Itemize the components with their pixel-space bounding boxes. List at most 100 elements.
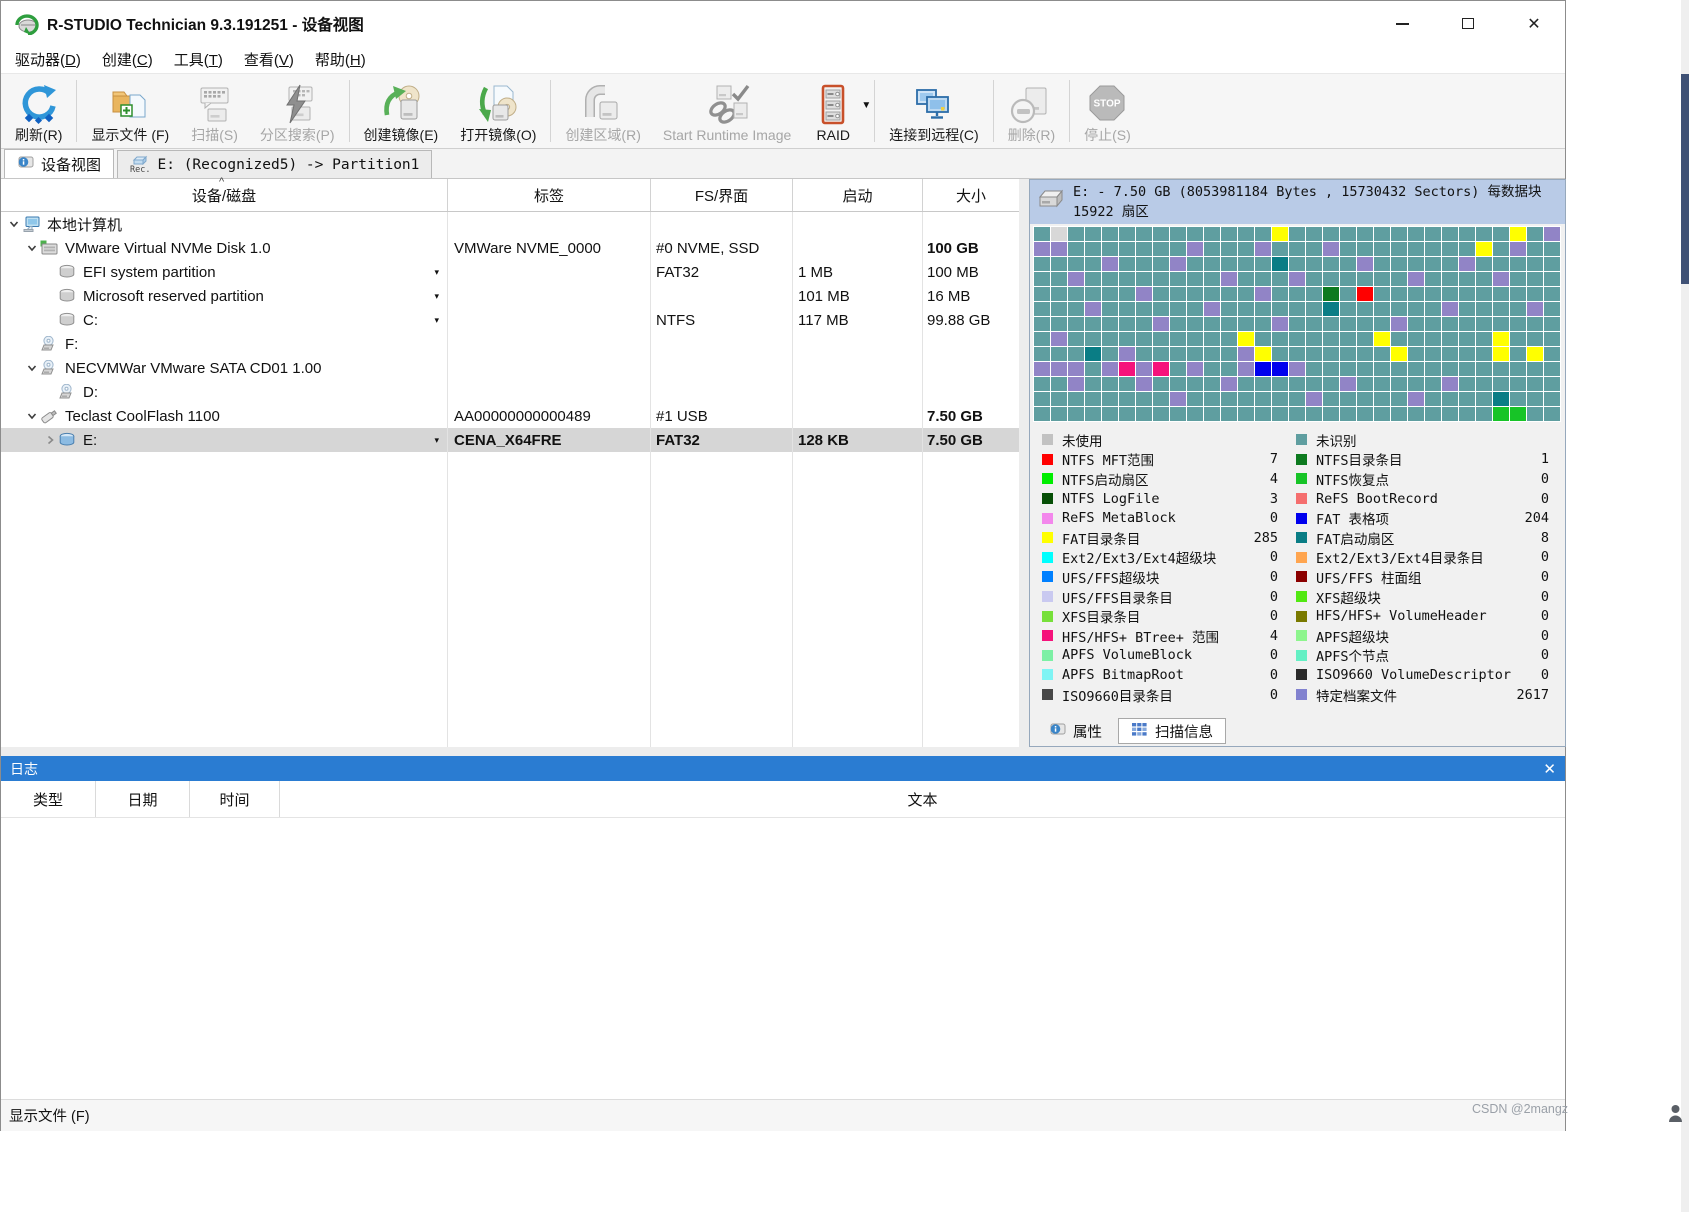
cell-size — [923, 212, 1019, 236]
rec-badge: Rec. — [130, 166, 150, 175]
table-row[interactable]: C:▾NTFS117 MB99.88 GB — [1, 308, 1019, 332]
toolbar-button-raid[interactable]: ▼ RAID — [802, 74, 871, 148]
chevron-down-icon[interactable] — [5, 218, 22, 230]
page-scrollbar[interactable] — [1681, 0, 1689, 1212]
chevron-down-icon[interactable] — [23, 410, 40, 422]
block-cell — [1187, 317, 1203, 331]
table-row[interactable]: D: — [1, 380, 1019, 404]
device-cell: F: — [1, 332, 448, 356]
menu-item-h[interactable]: 帮助(H) — [307, 47, 374, 72]
tab-recognized-partition[interactable]: Rec. E: (Recognized5) -> Partition1 — [117, 150, 432, 178]
toolbar-button-show-files[interactable]: 显示文件 (F) — [80, 74, 180, 148]
block-cell — [1272, 407, 1288, 421]
table-row[interactable]: Teclast CoolFlash 1100AA00000000000489#1… — [1, 404, 1019, 428]
scrollbar-thumb[interactable] — [1681, 74, 1689, 284]
table-row[interactable]: NECVMWar VMware SATA CD01 1.00 — [1, 356, 1019, 380]
dropdown-caret-icon[interactable]: ▼ — [861, 100, 871, 111]
tab-properties[interactable]: 属性 — [1036, 718, 1115, 744]
window-title: R-STUDIO Technician 9.3.191251 - 设备视图 — [47, 13, 364, 35]
legend-label: 未识别 — [1316, 430, 1357, 450]
block-map — [1033, 226, 1561, 422]
block-cell — [1153, 242, 1169, 256]
menu-item-v[interactable]: 查看(V) — [236, 47, 302, 72]
log-column-header-3[interactable]: 文本 — [280, 781, 1565, 817]
row-dropdown-caret-icon[interactable]: ▾ — [434, 315, 448, 326]
legend-swatch — [1296, 513, 1307, 524]
block-cell — [1374, 302, 1390, 316]
column-header-4[interactable]: 大小 — [923, 179, 1019, 211]
horizontal-splitter[interactable] — [1, 747, 1565, 756]
legend-label: XFS目录条目 — [1062, 606, 1140, 626]
vertical-splitter[interactable] — [1019, 179, 1029, 747]
table-row[interactable]: 本地计算机 — [1, 212, 1019, 236]
block-cell — [1493, 347, 1509, 361]
column-header-1[interactable]: 标签 — [448, 179, 651, 211]
log-column-header-0[interactable]: 类型 — [1, 781, 96, 817]
table-row[interactable]: VMware Virtual NVMe Disk 1.0VMWare NVME_… — [1, 236, 1019, 260]
toolbar-button-runtime-image: Start Runtime Image — [652, 74, 802, 148]
table-row[interactable]: F: — [1, 332, 1019, 356]
menu-item-c[interactable]: 创建(C) — [94, 47, 161, 72]
chevron-down-icon[interactable] — [23, 242, 40, 254]
column-header-2[interactable]: FS/界面 — [651, 179, 793, 211]
row-dropdown-caret-icon[interactable]: ▾ — [434, 435, 448, 446]
chevron-down-icon[interactable] — [23, 362, 40, 374]
block-cell — [1272, 362, 1288, 376]
toolbar-button-create-image[interactable]: 创建镜像(E) — [353, 74, 450, 148]
column-gridline — [792, 212, 793, 747]
maximize-icon[interactable] — [1459, 15, 1477, 33]
table-row[interactable]: EFI system partition▾FAT321 MB100 MB — [1, 260, 1019, 284]
log-close-icon[interactable]: ✕ — [1543, 760, 1556, 778]
tab-scan-info[interactable]: 扫描信息 — [1118, 718, 1226, 744]
block-cell — [1510, 317, 1526, 331]
block-cell — [1102, 407, 1118, 421]
block-cell — [1425, 272, 1441, 286]
cell-size — [923, 380, 1019, 404]
legend-count: 0 — [1541, 569, 1565, 585]
legend-item: NTFS MFT范围7 — [1042, 450, 1294, 470]
block-cell — [1459, 302, 1475, 316]
log-column-label: 文本 — [907, 789, 937, 810]
block-cell — [1068, 362, 1084, 376]
block-cell — [1255, 407, 1271, 421]
svg-text:STOP: STOP — [1094, 98, 1121, 109]
cell-start — [793, 380, 923, 404]
block-cell — [1170, 242, 1186, 256]
legend-swatch — [1042, 454, 1053, 465]
block-cell — [1425, 287, 1441, 301]
chevron-right-icon[interactable] — [41, 434, 58, 446]
block-cell — [1527, 317, 1543, 331]
legend-count: 0 — [1541, 491, 1565, 507]
toolbar-button-open-image[interactable]: 打开镜像(O) — [449, 74, 547, 148]
block-cell — [1204, 227, 1220, 241]
row-dropdown-caret-icon[interactable]: ▾ — [434, 291, 448, 302]
log-column-header-2[interactable]: 时间 — [190, 781, 280, 817]
menu-item-t[interactable]: 工具(T) — [166, 47, 231, 72]
menu-item-d[interactable]: 驱动器(D) — [7, 47, 89, 72]
log-column-header-1[interactable]: 日期 — [96, 781, 190, 817]
row-dropdown-caret-icon[interactable]: ▾ — [434, 267, 448, 278]
table-row[interactable]: Microsoft reserved partition▾101 MB16 MB — [1, 284, 1019, 308]
column-header-0[interactable]: 设备/磁盘^ — [1, 179, 448, 211]
block-cell — [1459, 362, 1475, 376]
column-header-3[interactable]: 启动 — [793, 179, 923, 211]
block-cell — [1170, 347, 1186, 361]
toolbar-button-label: RAID — [817, 127, 850, 143]
cell-label — [448, 284, 651, 308]
minimize-icon[interactable] — [1393, 15, 1411, 33]
tab-device-view[interactable]: 设备视图 — [4, 149, 114, 178]
legend-item: APFS个节点0 — [1296, 646, 1565, 666]
block-cell — [1391, 242, 1407, 256]
block-cell — [1476, 347, 1492, 361]
close-icon[interactable]: ✕ — [1525, 15, 1543, 33]
block-cell — [1476, 332, 1492, 346]
block-cell — [1255, 272, 1271, 286]
table-row[interactable]: E:▾CENA_X64FREFAT32128 KB7.50 GB — [1, 428, 1019, 452]
block-cell — [1340, 392, 1356, 406]
legend-label: FAT 表格项 — [1316, 508, 1389, 528]
toolbar-button-refresh[interactable]: 刷新(R) — [4, 74, 73, 148]
legend-swatch — [1296, 630, 1307, 641]
legend-item: APFS VolumeBlock0 — [1042, 646, 1294, 666]
legend-item: FAT 表格项204 — [1296, 508, 1565, 528]
toolbar-button-connect-remote[interactable]: 连接到远程(C) — [878, 74, 989, 148]
